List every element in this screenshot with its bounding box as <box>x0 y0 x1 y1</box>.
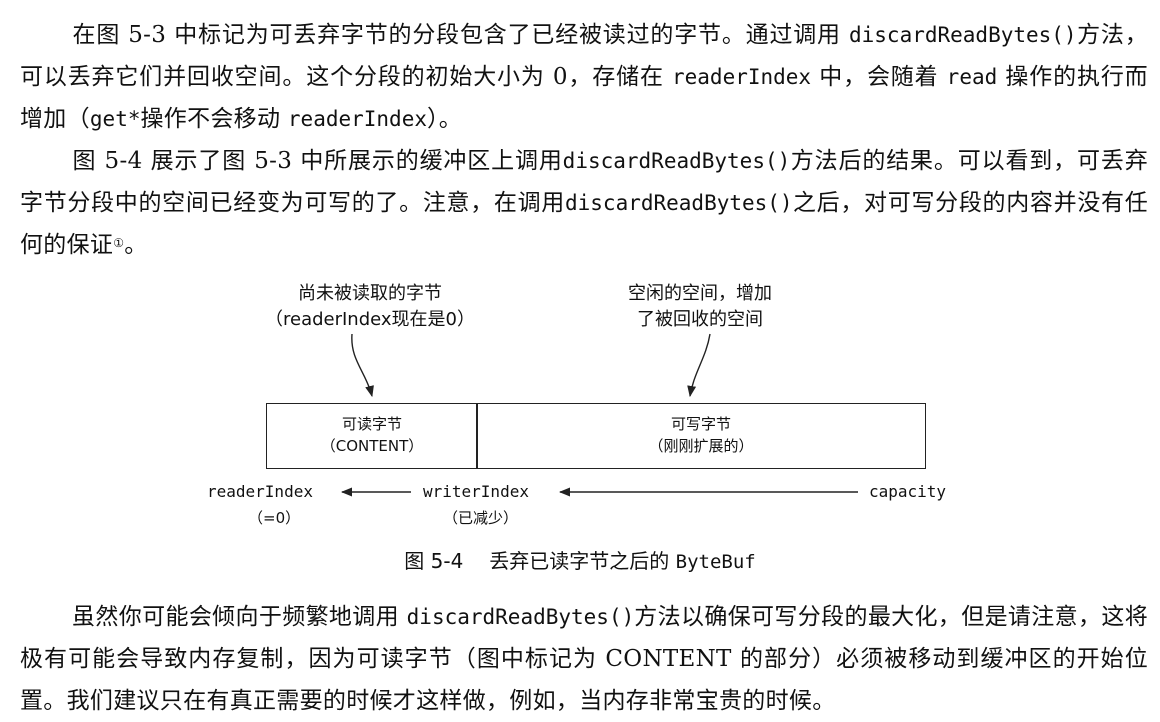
curved-arrow-left <box>351 333 374 398</box>
caption-code: ByteBuf <box>675 551 756 573</box>
curved-arrow-right <box>687 333 711 398</box>
caption-text: 丢弃已读字节之后的 <box>489 549 676 573</box>
writer-index-note: （已减少） <box>443 509 519 527</box>
paragraph-memory-copy-warning: 虽然你可能会倾向于频繁地调用 discardReadBytes()方法以确保可写… <box>20 596 1148 722</box>
caption-number: 图 5-4 <box>404 549 464 573</box>
segment-subtitle: （刚刚扩展的） <box>648 437 754 455</box>
segment-title: 可写字节 <box>670 415 731 433</box>
readable-bytes-segment: 可读字节 （CONTENT） <box>266 403 478 469</box>
writer-index-label: writerIndex <box>423 482 529 501</box>
segment-subtitle: （CONTENT） <box>320 437 424 455</box>
figure-caption: 图 5-4 丢弃已读字节之后的 ByteBuf <box>0 545 1160 574</box>
text: 虽然你可能会倾向于频繁地调用 <box>72 604 407 630</box>
segment-title: 可读字节 <box>341 415 402 433</box>
code-discardReadBytes: discardReadBytes() <box>406 605 635 629</box>
writable-bytes-segment: 可写字节 （刚刚扩展的） <box>476 403 926 469</box>
reader-index-label: readerIndex <box>207 482 313 501</box>
reader-index-note: （=0） <box>248 509 301 527</box>
capacity-label: capacity <box>869 482 947 501</box>
